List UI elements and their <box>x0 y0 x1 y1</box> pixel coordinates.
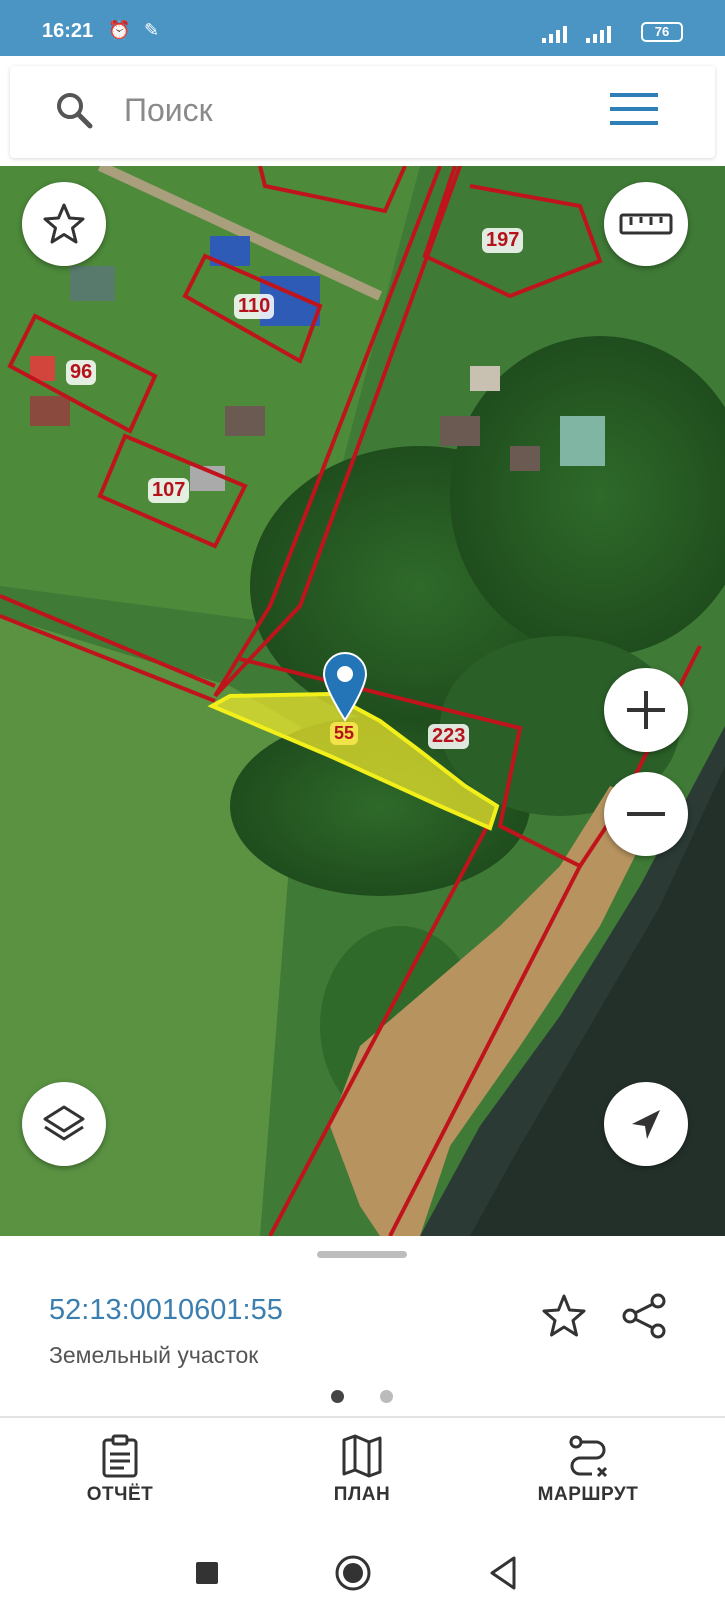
bottom-tab-bar: ОТЧЁТ ПЛАН МАРШРУТ <box>0 1416 725 1518</box>
plus-icon <box>627 691 665 729</box>
navigation-arrow-icon <box>632 1110 660 1139</box>
minus-icon <box>627 812 665 816</box>
tab-plan[interactable]: ПЛАН <box>252 1418 472 1518</box>
cadastral-number: 52:13:0010601:55 <box>49 1294 283 1326</box>
recent-apps-button[interactable] <box>196 1562 218 1584</box>
star-icon <box>43 203 85 244</box>
search-icon[interactable] <box>54 90 94 130</box>
my-location-button[interactable] <box>604 1082 688 1166</box>
status-bar: 16:21 ⏰ ✎ 76 <box>0 0 725 56</box>
ruler-button[interactable] <box>604 182 688 266</box>
favorite-map-button[interactable] <box>22 182 106 266</box>
location-pin-icon[interactable] <box>322 652 368 722</box>
alarm-icon: ⏰ <box>108 20 131 40</box>
star-icon[interactable] <box>540 1292 588 1340</box>
parcel-label[interactable]: 110 <box>234 294 275 319</box>
map-icon <box>342 1434 382 1478</box>
tab-report[interactable]: ОТЧЁТ <box>10 1418 230 1518</box>
menu-icon[interactable] <box>610 90 660 130</box>
notification-icon: ✎ <box>144 20 160 40</box>
parcel-label[interactable]: 96 <box>66 360 97 385</box>
tab-plan-label: ПЛАН <box>333 1484 391 1505</box>
page-indicator[interactable] <box>380 1390 393 1403</box>
tab-report-label: ОТЧЁТ <box>86 1484 154 1505</box>
back-button[interactable] <box>488 1556 518 1590</box>
battery-indicator: 76 <box>641 22 683 42</box>
search-input[interactable]: Поиск <box>124 92 213 129</box>
home-button[interactable] <box>334 1554 372 1592</box>
zoom-out-button[interactable] <box>604 772 688 856</box>
layers-icon <box>43 1105 85 1141</box>
status-time: 16:21 <box>42 20 94 42</box>
route-icon <box>569 1435 608 1478</box>
parcel-label-selected[interactable]: 55 <box>330 722 359 745</box>
system-nav-bar <box>0 1518 725 1612</box>
layers-button[interactable] <box>22 1082 106 1166</box>
parcel-label[interactable]: 107 <box>148 478 190 503</box>
ruler-icon <box>619 213 673 235</box>
parcel-label[interactable]: 197 <box>482 228 524 253</box>
map-view[interactable]: 197 110 96 107 223 55 <box>0 166 725 1236</box>
parcel-label[interactable]: 223 <box>428 724 470 749</box>
tab-route-label: МАРШРУТ <box>537 1484 639 1505</box>
clipboard-icon <box>102 1434 138 1478</box>
parcel-type: Земельный участок <box>49 1342 259 1368</box>
tab-route[interactable]: МАРШРУТ <box>478 1418 698 1518</box>
share-icon[interactable] <box>620 1292 668 1340</box>
signal-icon <box>542 26 567 43</box>
sheet-drag-handle[interactable] <box>317 1251 407 1258</box>
zoom-in-button[interactable] <box>604 668 688 752</box>
signal-icon-2 <box>586 26 611 43</box>
page-indicator-active <box>331 1390 344 1403</box>
parcel-info-sheet[interactable]: 52:13:0010601:55 Земельный участок <box>0 1236 725 1416</box>
search-bar[interactable]: Поиск <box>10 66 715 158</box>
